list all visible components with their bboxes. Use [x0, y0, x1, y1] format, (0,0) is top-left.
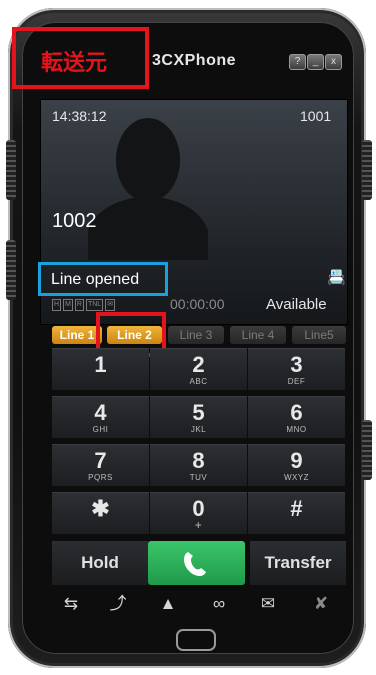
key-digit: 8: [192, 448, 205, 473]
key-letters: PQRS: [88, 473, 113, 482]
call-button[interactable]: [148, 541, 245, 585]
contact-icon[interactable]: ▲: [153, 590, 183, 618]
phone-handset-icon: [184, 552, 206, 576]
phonebook-icon[interactable]: 📇: [327, 268, 346, 286]
key-digit: 7: [94, 448, 107, 473]
transfer-button[interactable]: Transfer: [250, 541, 346, 585]
key-3[interactable]: 3 DEF: [248, 348, 345, 390]
key-digit: 3: [290, 352, 303, 377]
clock: 14:38:12: [52, 108, 107, 124]
bottom-toolbar: ⇆ ⤴ ▲ ∞ ✉ ✘: [48, 590, 346, 620]
key-7[interactable]: 7 PQRS: [52, 444, 149, 486]
key-digit: 9: [290, 448, 303, 473]
key-letters: GHI: [92, 425, 109, 434]
transfer-source-annotation: 転送元: [12, 27, 149, 89]
key-digit: 0: [192, 496, 205, 521]
key-digit: 2: [192, 352, 205, 377]
line-1-button[interactable]: Line 1: [52, 326, 102, 344]
app-title: 3CXPhone: [152, 52, 237, 69]
status-highlight: Line opened: [38, 262, 168, 296]
line-status: Line opened: [51, 271, 140, 288]
key-letters: TUV: [189, 473, 208, 482]
voicemail-icon[interactable]: ∞: [204, 590, 234, 618]
help-button[interactable]: ?: [289, 54, 306, 70]
side-grip-left-top: [6, 140, 16, 200]
close-button[interactable]: x: [325, 54, 342, 70]
key-letters: MNO: [286, 425, 307, 434]
caller-silhouette-icon: [88, 118, 208, 260]
record-indicator: R: [74, 299, 84, 311]
key-digit: 1: [94, 352, 107, 377]
key-digit: #: [290, 496, 303, 521]
side-grip-right-bottom: [362, 420, 372, 480]
line-3-button[interactable]: Line 3: [168, 326, 224, 344]
call-forward-icon[interactable]: ⇆: [56, 590, 86, 618]
hold-button[interactable]: Hold: [52, 541, 148, 585]
line-5-button[interactable]: Line5: [292, 326, 346, 344]
key-letters: JKL: [190, 425, 207, 434]
key-letters: +: [194, 518, 203, 532]
key-star[interactable]: ✱: [52, 492, 149, 534]
minimize-button[interactable]: _: [307, 54, 324, 70]
key-hash[interactable]: #: [248, 492, 345, 534]
message-indicator: ✉: [105, 299, 116, 311]
tunnel-indicator: TNL: [85, 299, 104, 311]
mute-indicator: M: [63, 299, 73, 311]
pickup-icon[interactable]: ⤴: [103, 590, 133, 618]
key-digit: 4: [94, 400, 107, 425]
key-letters: DEF: [287, 377, 306, 386]
missed-call-icon[interactable]: ✉: [253, 590, 283, 618]
key-digit: 6: [290, 400, 303, 425]
key-5[interactable]: 5 JKL: [150, 396, 247, 438]
key-8[interactable]: 8 TUV: [150, 444, 247, 486]
key-0[interactable]: 0 +: [150, 492, 247, 534]
mute-icon[interactable]: ✘: [306, 590, 336, 618]
key-9[interactable]: 9 WXYZ: [248, 444, 345, 486]
home-button[interactable]: [176, 629, 216, 651]
remote-party-number: 1002: [52, 210, 97, 232]
key-letters: WXYZ: [283, 473, 310, 482]
side-grip-left-bottom: [6, 240, 16, 300]
key-1[interactable]: 1: [52, 348, 149, 390]
presence-status[interactable]: Available: [266, 296, 327, 313]
own-extension: 1001: [300, 108, 332, 124]
key-digit: 5: [192, 400, 205, 425]
line-4-button[interactable]: Line 4: [230, 326, 286, 344]
call-timer: 00:00:00: [170, 296, 225, 312]
key-digit: ✱: [91, 496, 110, 521]
key-letters: ABC: [189, 377, 208, 386]
side-grip-right-top: [362, 140, 372, 200]
transfer-source-label: 転送元: [41, 50, 108, 75]
key-2[interactable]: 2 ABC: [150, 348, 247, 390]
key-6[interactable]: 6 MNO: [248, 396, 345, 438]
hold-indicator: H: [52, 299, 62, 311]
key-4[interactable]: 4 GHI: [52, 396, 149, 438]
